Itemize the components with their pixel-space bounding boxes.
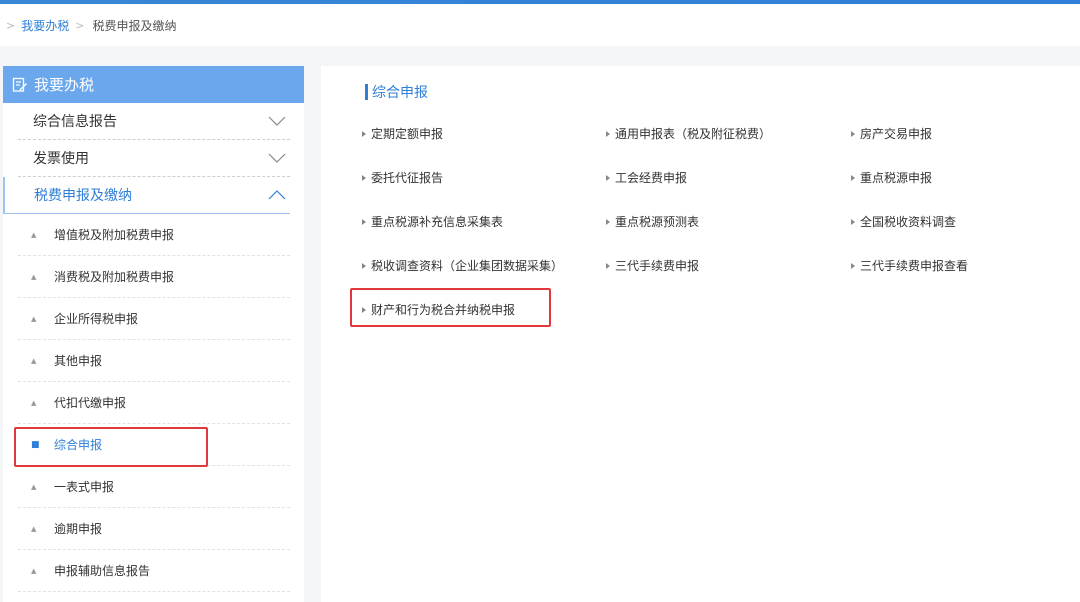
link-tax-survey-data[interactable]: 税收调查资料（企业集团数据采集） (362, 257, 563, 274)
sidebar-subitem[interactable]: ▲ 申报辅助信息报告 (18, 550, 290, 592)
edit-document-icon (12, 77, 28, 93)
sidebar-subitem-label: 其他申报 (54, 354, 103, 368)
sidebar-subitem-label: 消费税及附加税费申报 (54, 270, 175, 284)
bullet-icon: ▲ (31, 230, 37, 239)
highlight-box-main (350, 288, 551, 327)
link-label: 三代手续费申报 (615, 259, 700, 273)
link-label: 通用申报表（税及附征税费） (615, 127, 772, 141)
link-general-filing-form[interactable]: 通用申报表（税及附征税费） (606, 125, 771, 142)
breadcrumb-current: 税费申报及缴纳 (92, 18, 177, 33)
sidebar-menu-info-report[interactable]: 综合信息报告 (18, 103, 290, 140)
breadcrumb-separator-icon: > (6, 18, 16, 32)
link-label: 房产交易申报 (860, 127, 933, 141)
sidebar: 我要办税 综合信息报告 发票使用 税费申报及缴纳 ▲ 增值税及附加税费申报 ▲ 消费… (3, 66, 304, 602)
link-three-fees-filing[interactable]: 三代手续费申报 (606, 257, 699, 274)
caret-right-icon (606, 130, 610, 137)
link-entrusted-collection-report[interactable]: 委托代征报告 (362, 169, 443, 186)
link-label: 委托代征报告 (371, 171, 444, 185)
sidebar-subitem-label: 一表式申报 (54, 480, 115, 494)
sidebar-subitem-label: 申报辅助信息报告 (54, 564, 151, 578)
breadcrumb-root-link[interactable]: 我要办税 (21, 17, 69, 34)
sidebar-subitem[interactable]: ▲ 企业所得税申报 (18, 298, 290, 340)
chevron-down-icon (268, 153, 286, 163)
sidebar-subitem[interactable]: ▲ 消费税及附加税费申报 (18, 256, 290, 298)
caret-right-icon (606, 218, 610, 225)
sidebar-subitem-label: 企业所得税申报 (54, 312, 139, 326)
caret-right-icon (606, 174, 610, 181)
section-title-text: 综合申报 (372, 85, 428, 101)
chevron-down-icon (268, 116, 286, 126)
caret-right-icon (851, 262, 855, 269)
link-label: 定期定额申报 (371, 127, 444, 141)
sidebar-header: 我要办税 (3, 66, 304, 103)
chevron-up-icon (268, 190, 286, 200)
breadcrumb-separator-icon: > (75, 18, 85, 32)
sidebar-subitem[interactable]: ▲ 增值税及附加税费申报 (18, 214, 290, 256)
link-national-tax-survey[interactable]: 全国税收资料调查 (851, 213, 956, 230)
bullet-icon: ▲ (31, 524, 37, 533)
sidebar-title: 我要办税 (34, 76, 95, 94)
sidebar-subitem-label: 代扣代缴申报 (54, 396, 127, 410)
sidebar-subitem[interactable]: ▲ 一表式申报 (18, 466, 290, 508)
link-three-fees-filing-view[interactable]: 三代手续费申报查看 (851, 257, 968, 274)
caret-right-icon (362, 218, 366, 225)
sidebar-menu-invoice[interactable]: 发票使用 (18, 140, 290, 177)
bullet-icon: ▲ (31, 398, 37, 407)
caret-right-icon (362, 130, 366, 137)
link-key-tax-source-filing[interactable]: 重点税源申报 (851, 169, 932, 186)
link-label: 三代手续费申报查看 (860, 259, 969, 273)
caret-right-icon (851, 130, 855, 137)
bullet-icon: ▲ (31, 566, 37, 575)
highlight-box-sidebar (14, 427, 208, 467)
breadcrumb: > 我要办税 > 税费申报及缴纳 (0, 4, 1080, 46)
sidebar-menu-label: 税费申报及缴纳 (34, 188, 132, 204)
sidebar-subitem-label: 逾期申报 (54, 522, 103, 536)
link-fixed-quota-filing[interactable]: 定期定额申报 (362, 125, 443, 142)
link-label: 重点税源补充信息采集表 (371, 215, 504, 229)
caret-right-icon (362, 174, 366, 181)
caret-right-icon (851, 174, 855, 181)
link-label: 重点税源预测表 (615, 215, 700, 229)
link-property-transaction-filing[interactable]: 房产交易申报 (851, 125, 932, 142)
section-title-bar (365, 84, 368, 100)
caret-right-icon (606, 262, 610, 269)
link-key-tax-source-forecast[interactable]: 重点税源预测表 (606, 213, 699, 230)
caret-right-icon (851, 218, 855, 225)
link-label: 重点税源申报 (860, 171, 933, 185)
link-union-fee-filing[interactable]: 工会经费申报 (606, 169, 687, 186)
link-label: 税收调查资料（企业集团数据采集） (371, 259, 564, 273)
caret-right-icon (362, 262, 366, 269)
sidebar-subitem[interactable]: ▲ 其他申报 (18, 340, 290, 382)
link-key-tax-source-supplement[interactable]: 重点税源补充信息采集表 (362, 213, 503, 230)
sidebar-subitem-label: 增值税及附加税费申报 (54, 228, 175, 242)
bullet-icon: ▲ (31, 482, 37, 491)
bullet-icon: ▲ (31, 356, 37, 365)
bullet-icon: ▲ (31, 272, 37, 281)
main-panel: 综合申报 定期定额申报 通用申报表（税及附征税费） 房产交易申报 委托代征报告 … (321, 66, 1080, 602)
link-label: 全国税收资料调查 (860, 215, 957, 229)
section-title: 综合申报 (365, 82, 428, 102)
sidebar-menu-label: 发票使用 (33, 151, 89, 167)
sidebar-subitem[interactable]: ▲ 逾期申报 (18, 508, 290, 550)
sidebar-menu-tax-filing[interactable]: 税费申报及缴纳 (3, 177, 290, 214)
sidebar-menu-label: 综合信息报告 (33, 114, 117, 130)
link-label: 工会经费申报 (615, 171, 688, 185)
sidebar-subitem[interactable]: ▲ 代扣代缴申报 (18, 382, 290, 424)
bullet-icon: ▲ (31, 314, 37, 323)
